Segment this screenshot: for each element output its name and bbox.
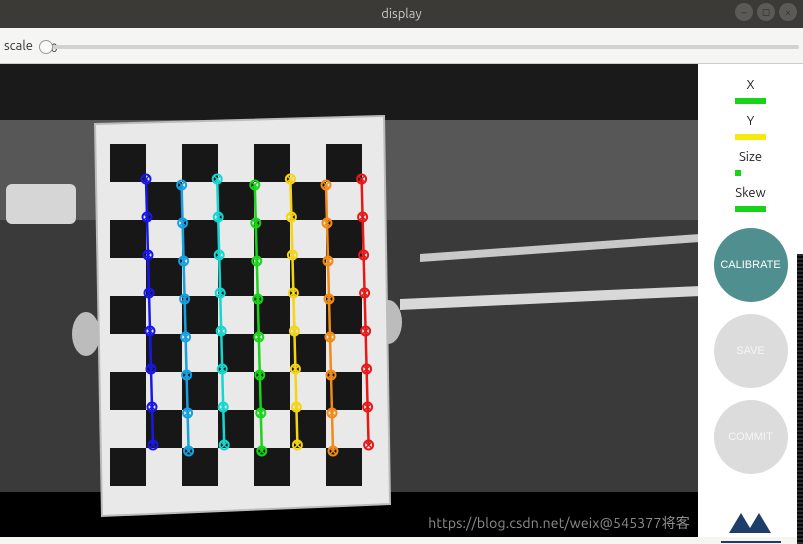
maximize-icon[interactable]: ◻ [757, 3, 775, 21]
camera-viewport: https://blog.csdn.net/weix@545377将客 [0, 64, 698, 537]
metric-label-x: X [735, 78, 765, 92]
background-strip [797, 254, 803, 544]
window-title: display [381, 7, 421, 21]
metric-bar-x [735, 98, 765, 104]
watermark-text: https://blog.csdn.net/weix@545377将客 [428, 513, 690, 533]
scale-label: scale [4, 39, 33, 53]
close-icon[interactable]: × [779, 3, 797, 21]
camera-scene [0, 64, 698, 537]
window-titlebar: display – ◻ × [0, 0, 803, 28]
toolbar: scale 0 [0, 28, 803, 64]
metric-label-y: Y [735, 114, 765, 128]
save-button: SAVE [714, 314, 788, 388]
app-logo-icon [721, 503, 781, 543]
scale-slider[interactable] [39, 45, 799, 49]
metric-bar-y [735, 134, 765, 140]
side-panel: X Y Size Skew CALIBRATE SAVE COMMIT [698, 64, 803, 537]
minimize-icon[interactable]: – [735, 3, 753, 21]
window-controls: – ◻ × [735, 3, 797, 21]
metric-label-size: Size [735, 150, 765, 164]
calibrate-button[interactable]: CALIBRATE [714, 228, 788, 302]
metric-bar-size [735, 170, 765, 176]
metric-bar-skew [735, 206, 765, 212]
commit-button: COMMIT [714, 400, 788, 474]
metric-label-skew: Skew [735, 186, 765, 200]
